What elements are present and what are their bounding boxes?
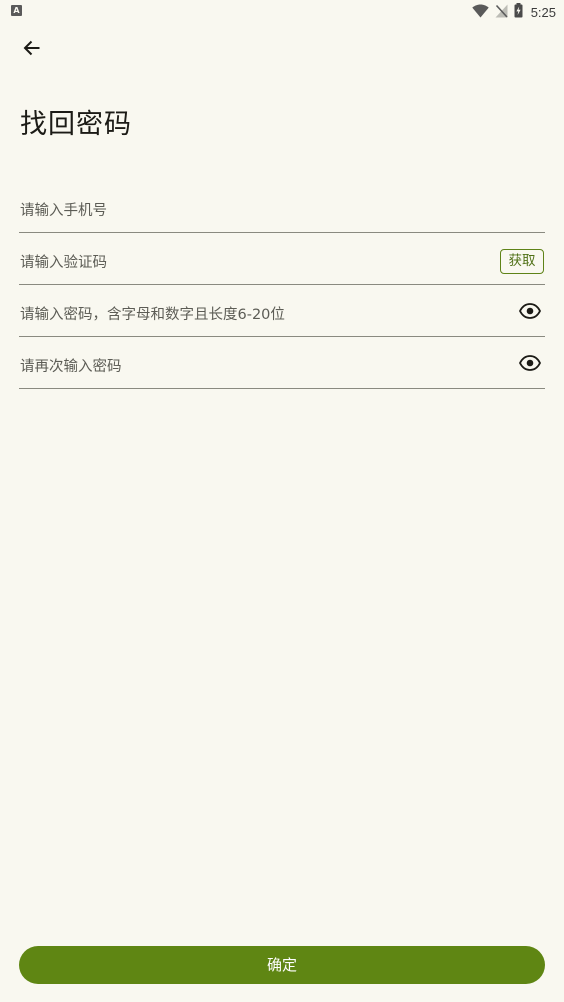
status-time: 5:25: [530, 4, 556, 20]
page-title: 找回密码: [20, 109, 132, 140]
verification-code-input[interactable]: [20, 244, 480, 282]
password-input[interactable]: [20, 296, 480, 334]
no-signal-icon: [495, 3, 508, 22]
eye-icon: [518, 355, 542, 375]
status-right-group: 5:25: [471, 2, 556, 22]
battery-charging-icon: [514, 2, 523, 22]
password-field: [19, 296, 545, 337]
confirm-password-input[interactable]: [20, 348, 480, 386]
confirm-button[interactable]: 确定: [19, 946, 545, 984]
notification-a-icon: A: [11, 5, 22, 16]
status-bar: A 5:25: [0, 0, 564, 24]
confirm-password-visibility-toggle[interactable]: [517, 352, 543, 378]
confirm-password-field: [19, 348, 545, 389]
verification-code-field: 获取: [19, 244, 545, 285]
phone-field: [19, 192, 545, 233]
password-visibility-toggle[interactable]: [517, 300, 543, 326]
arrow-back-icon: [23, 39, 41, 61]
get-code-button[interactable]: 获取: [500, 249, 544, 274]
eye-icon: [518, 303, 542, 323]
wifi-icon: [471, 3, 489, 22]
back-button[interactable]: [16, 34, 48, 66]
phone-input[interactable]: [20, 192, 480, 230]
